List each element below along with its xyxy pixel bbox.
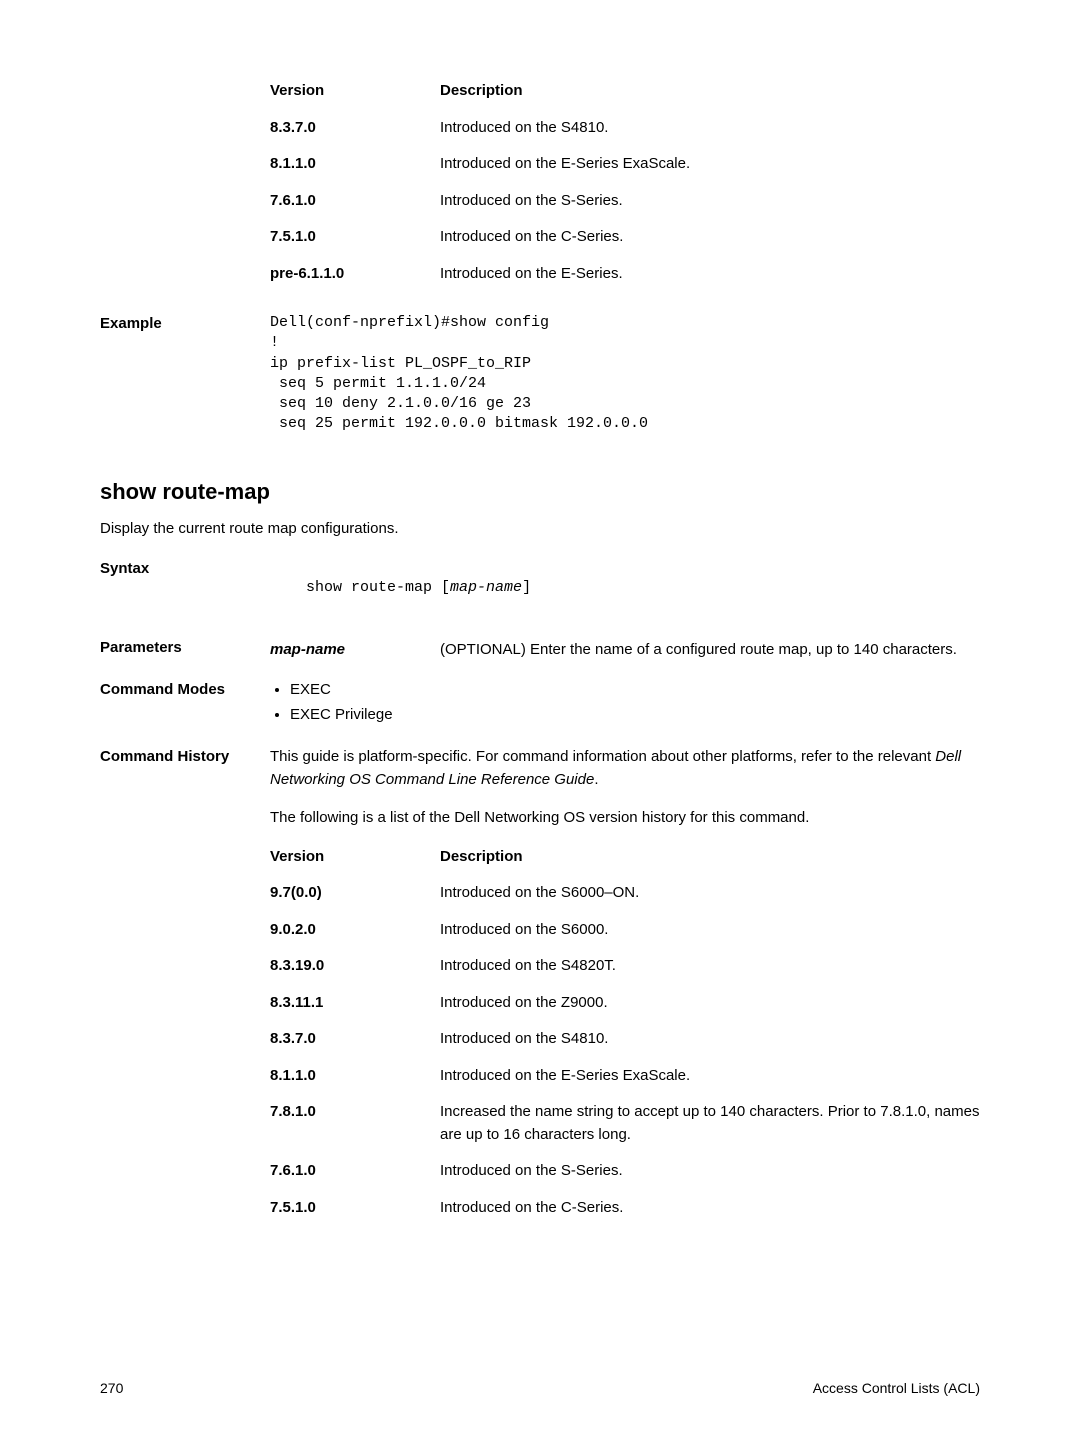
- cell-version: 8.3.19.0: [270, 955, 440, 978]
- table-row: pre-6.1.1.0 Introduced on the E-Series.: [270, 263, 980, 286]
- history-text-1-post: .: [594, 771, 598, 788]
- page-number: 270: [100, 1378, 123, 1399]
- table-row: 7.5.1.0 Introduced on the C-Series.: [270, 226, 980, 249]
- cell-description: Introduced on the S4820T.: [440, 955, 980, 978]
- syntax-suffix: ]: [522, 579, 531, 596]
- page-footer: 270 Access Control Lists (ACL): [100, 1378, 980, 1399]
- cell-description: Introduced on the S-Series.: [440, 190, 980, 213]
- table-row: 8.3.11.1 Introduced on the Z9000.: [270, 992, 980, 1015]
- param-desc: (OPTIONAL) Enter the name of a configure…: [440, 639, 980, 662]
- table-row: 7.5.1.0 Introduced on the C-Series.: [270, 1197, 980, 1220]
- cell-version: 9.7(0.0): [270, 882, 440, 905]
- command-history-label: Command History: [100, 746, 270, 1233]
- example-code: Dell(conf-nprefixl)#show config ! ip pre…: [270, 313, 980, 435]
- syntax-row: Syntax show route-map [map-name]: [100, 558, 980, 619]
- table-row: 7.6.1.0 Introduced on the S-Series.: [270, 1160, 980, 1183]
- cell-description: Introduced on the E-Series.: [440, 263, 980, 286]
- syntax-label: Syntax: [100, 558, 270, 619]
- parameters-row: Parameters map-name (OPTIONAL) Enter the…: [100, 637, 980, 662]
- cell-version: 7.8.1.0: [270, 1101, 440, 1146]
- param-table: map-name (OPTIONAL) Enter the name of a …: [270, 639, 980, 662]
- command-modes-content: EXEC EXEC Privilege: [270, 679, 980, 728]
- table-row: 9.7(0.0) Introduced on the S6000–ON.: [270, 882, 980, 905]
- cell-description: Introduced on the S6000–ON.: [440, 882, 980, 905]
- cell-version: pre-6.1.1.0: [270, 263, 440, 286]
- modes-list: EXEC EXEC Privilege: [290, 679, 980, 726]
- parameters-content: map-name (OPTIONAL) Enter the name of a …: [270, 637, 980, 662]
- cell-description: Introduced on the C-Series.: [440, 1197, 980, 1220]
- footer-title: Access Control Lists (ACL): [813, 1378, 980, 1399]
- cell-description: Introduced on the C-Series.: [440, 226, 980, 249]
- cell-description: Increased the name string to accept up t…: [440, 1101, 980, 1146]
- cell-description: Introduced on the E-Series ExaScale.: [440, 1065, 980, 1088]
- table-row: 8.3.7.0 Introduced on the S4810.: [270, 1028, 980, 1051]
- table-row: 7.8.1.0 Increased the name string to acc…: [270, 1101, 980, 1146]
- header-version: Version: [270, 80, 440, 103]
- example-content: Dell(conf-nprefixl)#show config ! ip pre…: [270, 313, 980, 435]
- table-row: 8.3.7.0 Introduced on the S4810.: [270, 117, 980, 140]
- section-intro: Display the current route map configurat…: [100, 518, 980, 541]
- cell-version: 9.0.2.0: [270, 919, 440, 942]
- section-title: show route-map: [100, 475, 980, 508]
- header-version: Version: [270, 846, 440, 869]
- cell-version: 7.5.1.0: [270, 226, 440, 249]
- cell-version: 8.3.7.0: [270, 117, 440, 140]
- command-modes-label: Command Modes: [100, 679, 270, 728]
- command-history-row: Command History This guide is platform-s…: [100, 746, 980, 1233]
- table-row: 8.3.19.0 Introduced on the S4820T.: [270, 955, 980, 978]
- header-description: Description: [440, 80, 980, 103]
- cell-description: Introduced on the S-Series.: [440, 1160, 980, 1183]
- history-text-1: This guide is platform-specific. For com…: [270, 746, 980, 791]
- history-text-2: The following is a list of the Dell Netw…: [270, 807, 980, 830]
- cell-description: Introduced on the E-Series ExaScale.: [440, 153, 980, 176]
- syntax-command: show route-map [map-name]: [270, 558, 980, 619]
- mode-item: EXEC: [290, 679, 980, 702]
- cell-version: 7.6.1.0: [270, 1160, 440, 1183]
- cell-description: Introduced on the S4810.: [440, 117, 980, 140]
- cell-description: Introduced on the S4810.: [440, 1028, 980, 1051]
- syntax-prefix: show route-map [: [306, 579, 450, 596]
- example-block: Example Dell(conf-nprefixl)#show config …: [100, 313, 980, 435]
- mode-item: EXEC Privilege: [290, 704, 980, 727]
- example-label: Example: [100, 313, 270, 435]
- cell-description: Introduced on the S6000.: [440, 919, 980, 942]
- param-name: map-name: [270, 639, 440, 662]
- history-text-1-pre: This guide is platform-specific. For com…: [270, 748, 935, 765]
- table-row: 8.1.1.0 Introduced on the E-Series ExaSc…: [270, 1065, 980, 1088]
- parameters-label: Parameters: [100, 637, 270, 662]
- header-description: Description: [440, 846, 980, 869]
- table-row: 7.6.1.0 Introduced on the S-Series.: [270, 190, 980, 213]
- command-modes-row: Command Modes EXEC EXEC Privilege: [100, 679, 980, 728]
- cell-version: 8.1.1.0: [270, 1065, 440, 1088]
- top-version-table: Version Description 8.3.7.0 Introduced o…: [270, 80, 980, 285]
- cell-version: 8.3.11.1: [270, 992, 440, 1015]
- cell-version: 7.6.1.0: [270, 190, 440, 213]
- cell-version: 8.1.1.0: [270, 153, 440, 176]
- command-history-content: This guide is platform-specific. For com…: [270, 746, 980, 1233]
- cell-version: 8.3.7.0: [270, 1028, 440, 1051]
- syntax-param: map-name: [450, 579, 522, 596]
- history-table-header: Version Description: [270, 846, 980, 869]
- table-row: 8.1.1.0 Introduced on the E-Series ExaSc…: [270, 153, 980, 176]
- table-header-row: Version Description: [270, 80, 980, 103]
- table-row: 9.0.2.0 Introduced on the S6000.: [270, 919, 980, 942]
- cell-description: Introduced on the Z9000.: [440, 992, 980, 1015]
- cell-version: 7.5.1.0: [270, 1197, 440, 1220]
